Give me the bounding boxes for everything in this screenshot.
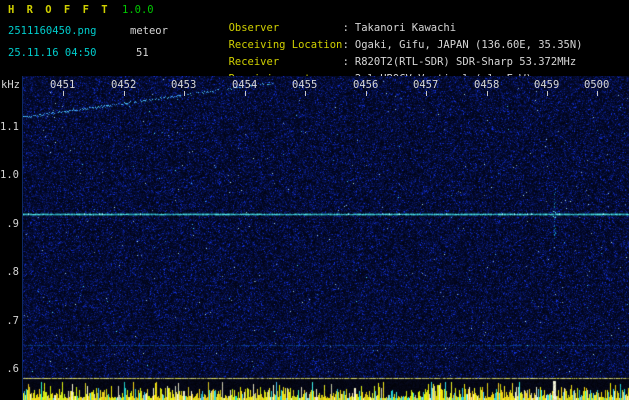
info-row-observer: Observer: Takanori Kawachi bbox=[178, 3, 582, 34]
x-tick-mark bbox=[124, 91, 125, 96]
observation-info: Observer: Takanori Kawachi Receiving Loca… bbox=[178, 3, 583, 85]
info-value: R820T2(RTL-SDR) SDR-Sharp 53.372MHz bbox=[354, 56, 577, 68]
app-version: 1.0.0 bbox=[122, 4, 154, 16]
x-tick-mark bbox=[245, 91, 246, 96]
mode-label: meteor bbox=[130, 25, 168, 37]
x-tick-label: 0457 bbox=[413, 79, 439, 91]
info-label: Receiver bbox=[228, 56, 280, 68]
x-tick-label: 0454 bbox=[232, 79, 258, 91]
y-tick-label: .9 bbox=[6, 218, 19, 230]
hrofft-window: H R O F F T 1.0.0 2511160450.png meteor … bbox=[0, 0, 629, 400]
info-colon: : bbox=[342, 22, 349, 34]
x-tick-label: 0456 bbox=[353, 79, 379, 91]
x-tick-mark bbox=[184, 91, 185, 96]
y-tick-label: 1.0 bbox=[0, 169, 19, 181]
info-value: Takanori Kawachi bbox=[354, 22, 457, 34]
info-label: Observer bbox=[228, 22, 280, 34]
echo-count: 51 bbox=[136, 47, 149, 59]
info-label: Receiving Location bbox=[228, 39, 343, 51]
app-title: H R O F F T bbox=[8, 4, 111, 16]
x-tick-mark bbox=[366, 91, 367, 96]
y-tick-label: .8 bbox=[6, 266, 19, 278]
y-axis-unit: kHz bbox=[1, 79, 20, 91]
info-colon: : bbox=[342, 39, 349, 51]
x-tick-mark bbox=[426, 91, 427, 96]
x-tick-label: 0452 bbox=[111, 79, 137, 91]
x-tick-label: 0455 bbox=[292, 79, 318, 91]
y-tick-label: 1.1 bbox=[0, 121, 19, 133]
spectrogram-canvas bbox=[22, 76, 629, 400]
y-tick-label: .7 bbox=[6, 315, 19, 327]
x-tick-mark bbox=[547, 91, 548, 96]
x-tick-mark bbox=[63, 91, 64, 96]
x-tick-mark bbox=[305, 91, 306, 96]
x-tick-label: 0451 bbox=[50, 79, 76, 91]
info-colon: : bbox=[342, 56, 349, 68]
x-tick-label: 0459 bbox=[534, 79, 560, 91]
x-tick-mark bbox=[597, 91, 598, 96]
output-filename: 2511160450.png bbox=[8, 25, 97, 37]
x-tick-mark bbox=[487, 91, 488, 96]
x-tick-label: 0458 bbox=[474, 79, 500, 91]
info-value: Ogaki, Gifu, JAPAN (136.60E, 35.35N) bbox=[354, 39, 583, 51]
datetime-label: 25.11.16 04:50 bbox=[8, 47, 97, 59]
y-tick-label: .6 bbox=[6, 363, 19, 375]
x-tick-label: 0500 bbox=[584, 79, 610, 91]
x-tick-label: 0453 bbox=[171, 79, 197, 91]
